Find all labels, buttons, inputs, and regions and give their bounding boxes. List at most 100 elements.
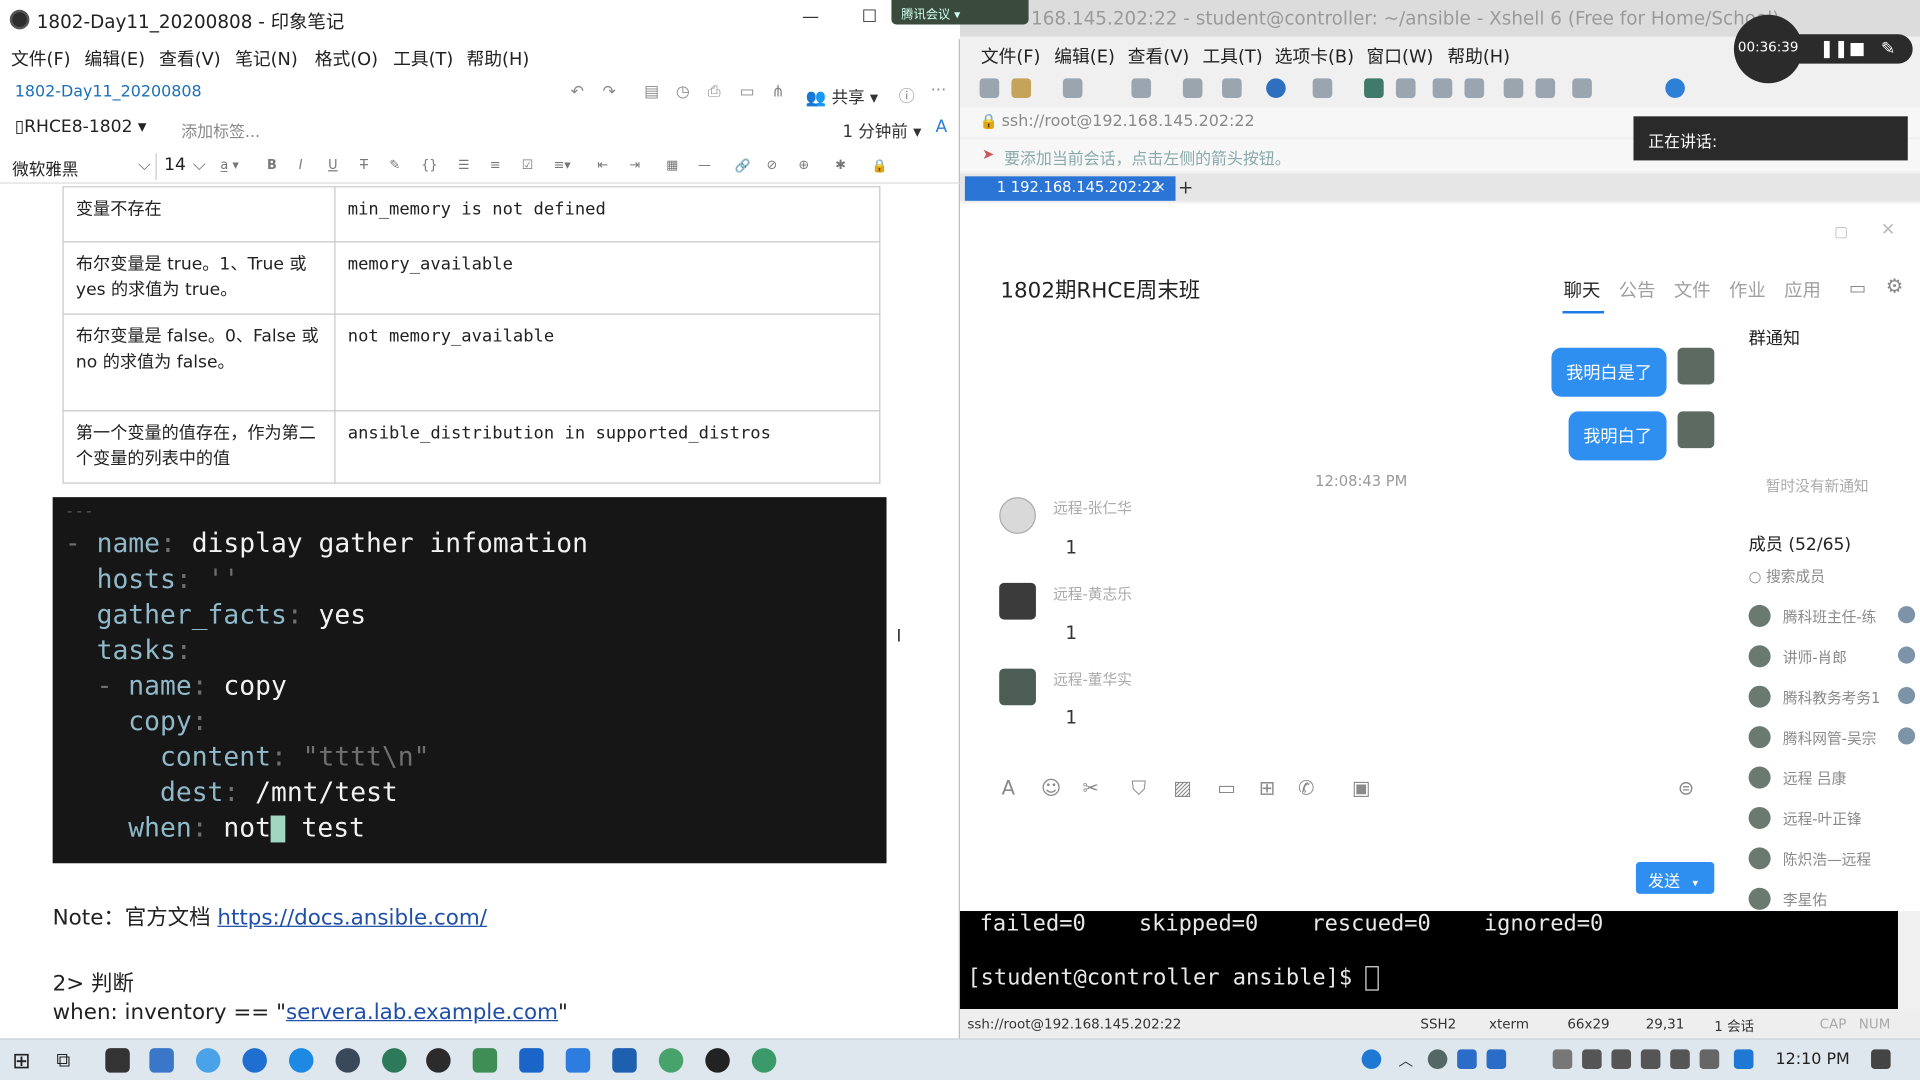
qq-icon[interactable] (1733, 1049, 1754, 1069)
screen-share-icon[interactable]: ▭ (1849, 277, 1866, 299)
xs-menu-view[interactable]: 查看(V) (1128, 43, 1190, 69)
numbered-list-icon[interactable]: ≡ (490, 158, 501, 173)
minimize-button[interactable]: — (798, 7, 822, 27)
app-icon[interactable] (335, 1048, 361, 1073)
xs-menu-tabs[interactable]: 选项卡(B) (1275, 43, 1354, 69)
code-icon[interactable]: {} (421, 158, 437, 173)
chevron-up-icon[interactable]: ︿ (1398, 1049, 1413, 1070)
link-icon[interactable]: 🔗 (735, 158, 751, 174)
app-icon[interactable] (658, 1048, 684, 1073)
notebook-selector[interactable]: ▯RHCE8-1802 ▾ (15, 118, 147, 138)
chat-close-icon[interactable]: ✕ (1881, 220, 1895, 240)
member-item[interactable]: 陈炽浩—远程 (1748, 845, 1916, 872)
tab-homework[interactable]: 作业 (1729, 277, 1766, 303)
menu-format[interactable]: 格式(O) (315, 45, 378, 71)
underline-icon[interactable]: U (328, 158, 337, 173)
file-explorer-icon[interactable] (149, 1048, 174, 1073)
menu-tools[interactable]: 工具(T) (393, 45, 453, 71)
help-icon[interactable] (1665, 78, 1685, 98)
xftp-icon[interactable] (1364, 78, 1384, 98)
member-item[interactable]: 李星佑 (1748, 885, 1916, 912)
indent-icon[interactable]: ⇥ (629, 158, 640, 173)
member-item[interactable]: 讲师-肖郎 (1748, 643, 1916, 670)
sender-avatar[interactable] (999, 668, 1036, 706)
clock[interactable]: 12:10 PM (1776, 1051, 1850, 1069)
member-item[interactable]: 腾科教务考务1 (1748, 683, 1916, 710)
tray-app-icon[interactable] (1457, 1049, 1477, 1069)
table-icon[interactable]: ▦ (666, 158, 678, 173)
text-style-icon[interactable]: A (936, 118, 948, 138)
session-tab[interactable]: 1 192.168.145.202:22 × (964, 176, 1176, 201)
my-message-bubble[interactable]: 我明白了 (1568, 411, 1667, 461)
presentation-icon[interactable]: ▤ (644, 83, 659, 101)
align-icon[interactable]: ≡▾ (553, 158, 570, 173)
stop-icon[interactable]: ■ (1849, 39, 1865, 59)
xs-menu-tools[interactable]: 工具(T) (1202, 43, 1262, 69)
share-button[interactable]: 👥 共享 ▾ (806, 83, 878, 108)
color-scheme-icon[interactable] (1312, 78, 1333, 98)
reminder-icon[interactable]: ◷ (676, 83, 690, 101)
keyboard-icon[interactable] (1503, 78, 1524, 98)
settings-gear-icon[interactable]: ⚙ (1886, 274, 1904, 297)
member-item[interactable]: 腾科网管-吴宗 (1748, 724, 1916, 751)
find-icon[interactable] (1182, 78, 1203, 98)
member-item[interactable]: 腾科班主任-练 (1748, 602, 1916, 629)
highlight-icon[interactable]: ✎ (389, 158, 400, 173)
battery-icon[interactable] (1611, 1049, 1632, 1069)
shield-icon[interactable]: ⛉ (1131, 776, 1146, 800)
tray-app-icon[interactable] (1427, 1049, 1448, 1069)
menu-note[interactable]: 笔记(N) (235, 45, 298, 71)
italic-icon[interactable]: I (299, 158, 303, 173)
present-icon[interactable]: ▭ (740, 83, 755, 101)
task-view-icon[interactable]: ⧉ (56, 1048, 70, 1072)
bookmark-icon[interactable]: ➤ (982, 146, 994, 163)
app-icon[interactable] (472, 1048, 498, 1073)
sender-avatar[interactable] (999, 582, 1036, 620)
maximize-button[interactable]: ☐ (857, 7, 881, 27)
browser-icon[interactable] (195, 1048, 221, 1073)
open-folder-icon[interactable] (1011, 78, 1032, 98)
mic-icon[interactable] (1582, 1049, 1602, 1069)
edge-icon[interactable] (242, 1048, 267, 1073)
app-icon[interactable] (565, 1048, 591, 1073)
app-icon[interactable] (612, 1048, 637, 1073)
share-network-icon[interactable]: ⋔ (771, 83, 784, 101)
properties-icon[interactable] (1131, 78, 1152, 98)
tencent-meeting-tab[interactable]: 腾讯会议 ▾ (891, 0, 1029, 25)
clear-format-icon[interactable]: ✱ (835, 158, 846, 173)
outdent-icon[interactable]: ⇤ (598, 158, 609, 173)
print-icon[interactable]: ⎙ (708, 83, 721, 101)
send-button[interactable]: 发送 ▾ (1635, 862, 1715, 894)
bullet-list-icon[interactable]: ☰ (458, 158, 470, 173)
screenshot-icon[interactable] (1395, 78, 1416, 98)
redo-icon[interactable]: ↷ (602, 83, 615, 101)
connect-icon[interactable] (1062, 78, 1083, 98)
tab-announcement[interactable]: 公告 (1619, 277, 1656, 303)
horizontal-rule-icon[interactable]: — (698, 158, 711, 173)
phone-icon[interactable]: ✆ (1298, 776, 1314, 799)
my-message-bubble[interactable]: 我明白是了 (1551, 347, 1667, 397)
sender-avatar[interactable] (999, 497, 1036, 534)
add-tab-icon[interactable]: + (1178, 176, 1193, 198)
chat-restore-icon[interactable]: ▢ (1834, 223, 1848, 240)
menu-file[interactable]: 文件(F) (11, 45, 71, 71)
xs-menu-window[interactable]: 窗口(W) (1367, 43, 1434, 69)
emoji-icon[interactable]: ☺ (1041, 776, 1061, 799)
strikethrough-icon[interactable]: T (360, 158, 368, 173)
history-icon[interactable]: ⊜ (1678, 776, 1694, 799)
terminal[interactable]: failed=0 skipped=0 rescued=0 ignored=0 [… (960, 911, 1898, 1009)
tab-apps[interactable]: 应用 (1784, 277, 1821, 303)
tab-files[interactable]: 文件 (1674, 277, 1711, 303)
input-tray-icon[interactable] (1552, 1049, 1573, 1069)
app-icon[interactable] (288, 1048, 314, 1073)
transfer-icon[interactable] (1572, 78, 1592, 98)
info-icon[interactable]: ⓘ (899, 83, 915, 106)
bold-icon[interactable]: B (267, 158, 277, 173)
calendar-icon[interactable]: ▣ (1352, 776, 1371, 799)
checkbox-icon[interactable]: ☑ (522, 158, 534, 173)
yaml-code-block[interactable]: --- - name: display gather infomation ho… (52, 497, 887, 864)
xs-menu-file[interactable]: 文件(F) (981, 43, 1041, 69)
menu-help[interactable]: 帮助(H) (467, 45, 530, 71)
docs-link[interactable]: https://docs.ansible.com/ (217, 906, 487, 930)
new-session-icon[interactable] (979, 78, 1000, 98)
